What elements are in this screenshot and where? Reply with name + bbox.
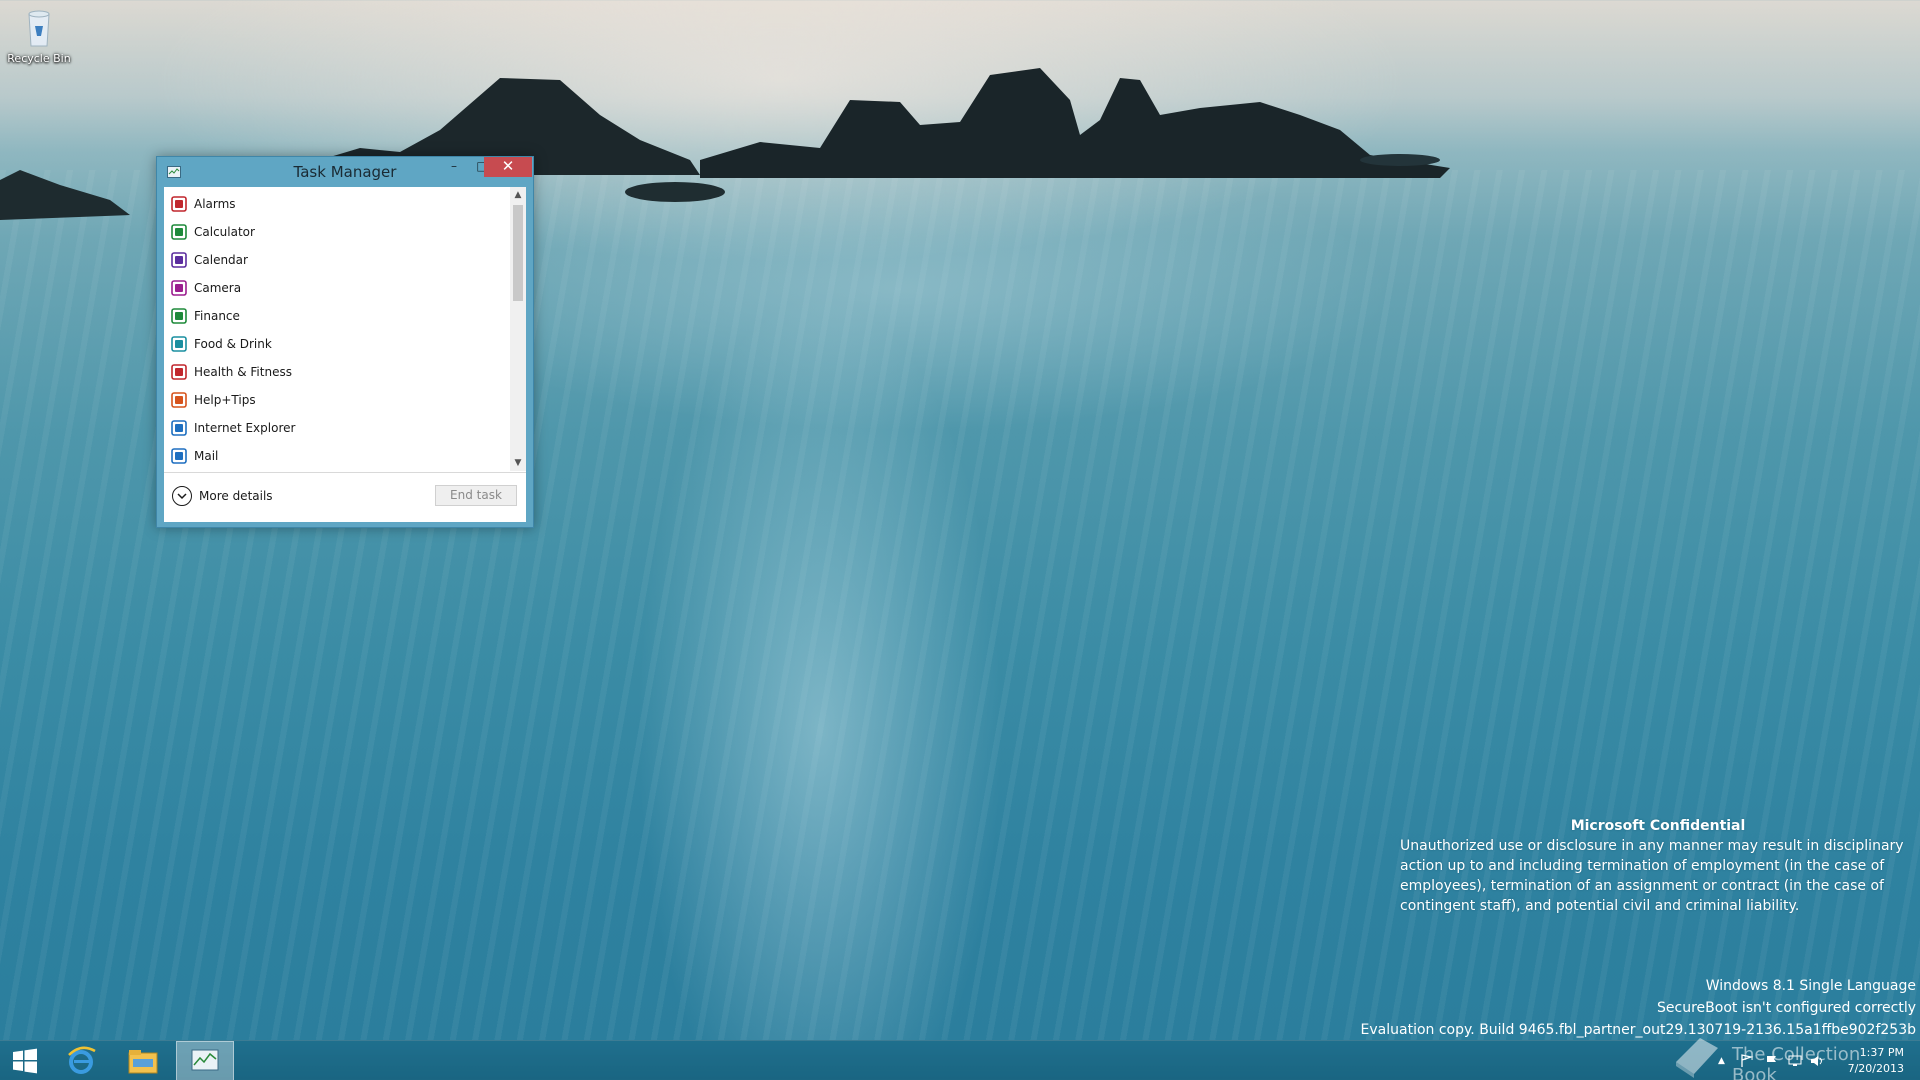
scroll-down-arrow-icon[interactable]: ▼	[510, 455, 526, 471]
app-name: Internet Explorer	[194, 421, 296, 435]
desktop-icon-label: Recycle Bin	[7, 52, 71, 65]
app-list-item[interactable]: Finance	[164, 302, 509, 330]
app-list-item[interactable]: Calendar	[164, 246, 509, 274]
taskbar-task-manager[interactable]	[176, 1041, 234, 1080]
app-name: Alarms	[194, 197, 236, 211]
network-icon[interactable]	[1788, 1054, 1802, 1068]
show-hidden-icons-icon[interactable]: ▲	[1718, 1056, 1732, 1070]
start-button[interactable]	[0, 1041, 50, 1080]
app-list-item[interactable]: Internet Explorer	[164, 414, 509, 442]
app-name: Finance	[194, 309, 240, 323]
task-manager-window: Task Manager – □ ✕ Alarms Calculator Calen…	[156, 156, 534, 528]
finance-icon	[171, 308, 187, 324]
build-info: Windows 8.1 Single Language SecureBoot i…	[1356, 975, 1916, 1041]
app-list-item[interactable]: Camera	[164, 274, 509, 302]
end-task-button[interactable]: End task	[435, 485, 517, 506]
scrollbar-thumb[interactable]	[513, 205, 523, 301]
start-icon	[13, 1048, 37, 1074]
app-list-item[interactable]: Calculator	[164, 218, 509, 246]
internet-explorer-icon	[171, 420, 187, 436]
flag-icon[interactable]	[1764, 1054, 1778, 1068]
confidential-notice: Microsoft Confidential Unauthorized use …	[1400, 816, 1916, 916]
build-edition: Windows 8.1 Single Language	[1705, 978, 1916, 994]
secureboot-warning: SecureBoot isn't configured correctly	[1657, 1000, 1916, 1016]
clock-time: 1:37 PM	[1859, 1046, 1904, 1059]
alarms-icon	[171, 196, 187, 212]
app-name: Calculator	[194, 225, 255, 239]
health-fitness-icon	[171, 364, 187, 380]
internet-explorer-icon	[68, 1046, 96, 1074]
camera-icon	[171, 280, 187, 296]
clock[interactable]: 1:37 PM 7/20/2013	[1848, 1045, 1904, 1077]
taskbar-internet-explorer[interactable]	[52, 1041, 110, 1080]
help-tips-icon	[171, 392, 187, 408]
file-explorer-icon	[128, 1050, 158, 1074]
calculator-icon	[171, 224, 187, 240]
scroll-up-arrow-icon[interactable]: ▲	[510, 187, 526, 203]
minimize-button[interactable]: –	[440, 157, 468, 177]
recycle-bin-icon	[19, 6, 59, 50]
title-bar[interactable]: Task Manager – □ ✕	[157, 157, 533, 187]
app-name: Food & Drink	[194, 337, 272, 351]
confidential-body: Unauthorized use or disclosure in any ma…	[1400, 838, 1904, 914]
close-button[interactable]: ✕	[484, 157, 532, 177]
more-details-label: More details	[199, 489, 273, 503]
scrollbar[interactable]: ▲ ▼	[510, 187, 526, 471]
app-list-item[interactable]: Health & Fitness	[164, 358, 509, 386]
volume-icon[interactable]	[1810, 1054, 1824, 1068]
more-details-button[interactable]: More details	[172, 486, 273, 506]
chevron-down-icon	[172, 486, 192, 506]
app-name: Help+Tips	[194, 393, 256, 407]
desktop-icon-recycle-bin[interactable]: Recycle Bin	[4, 6, 74, 65]
build-string: Evaluation copy. Build 9465.fbl_partner_…	[1360, 1022, 1916, 1038]
mail-icon	[171, 448, 187, 464]
system-tray: ▲ 1:37 PM 7/20/2013	[1660, 1041, 1920, 1080]
app-name: Mail	[194, 449, 219, 463]
task-manager-content: Alarms Calculator Calendar Camera Finance Foo…	[164, 187, 526, 522]
taskbar-file-explorer[interactable]	[114, 1041, 172, 1080]
app-list: Alarms Calculator Calendar Camera Finance Foo…	[164, 187, 526, 471]
app-name: Camera	[194, 281, 242, 295]
app-list-item[interactable]: Mail	[164, 442, 509, 470]
app-name: Calendar	[194, 253, 248, 267]
calendar-icon	[171, 252, 187, 268]
task-manager-icon	[191, 1049, 219, 1071]
app-list-item[interactable]: Help+Tips	[164, 386, 509, 414]
app-name: Health & Fitness	[194, 365, 292, 379]
action-center-flag-icon[interactable]	[1740, 1054, 1754, 1068]
app-list-item[interactable]: Food & Drink	[164, 330, 509, 358]
taskbar: ▲ 1:37 PM 7/20/2013	[0, 1040, 1920, 1080]
food-drink-icon	[171, 336, 187, 352]
clock-date: 7/20/2013	[1847, 1062, 1904, 1075]
footer: More details End task	[164, 473, 526, 522]
confidential-heading: Microsoft Confidential	[1570, 818, 1746, 834]
app-list-item[interactable]: Alarms	[164, 190, 509, 218]
